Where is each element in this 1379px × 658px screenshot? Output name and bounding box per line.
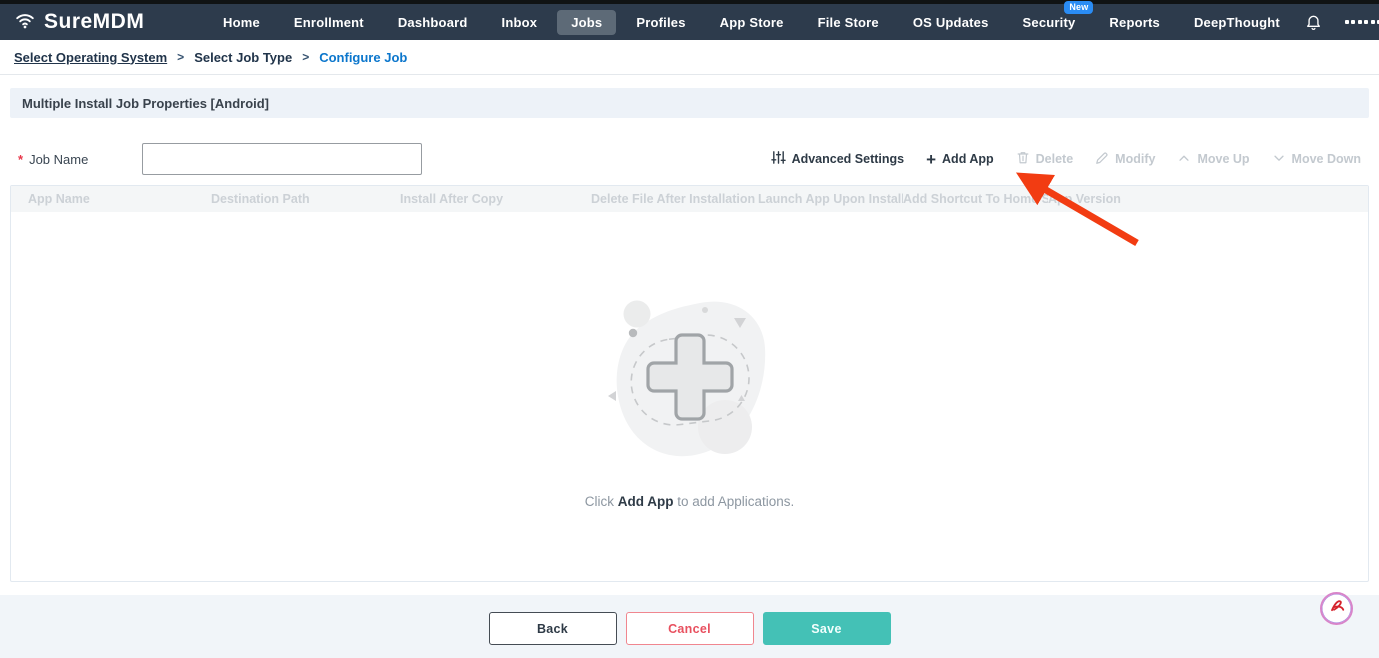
column-app-version: App Version (1048, 192, 1368, 206)
add-app-button[interactable]: + Add App (926, 151, 994, 168)
toolbar: Advanced Settings + Add App Delete (771, 150, 1369, 168)
nav-item-os-updates[interactable]: OS Updates (899, 10, 1003, 35)
move-up-label: Move Up (1197, 152, 1249, 166)
empty-text-bold: Add App (618, 494, 674, 509)
nav-item-profiles[interactable]: Profiles (622, 10, 699, 35)
nav-item-security-label: Security (1023, 15, 1076, 30)
job-name-row: * Job Name Advanced Settings + Add App (10, 142, 1369, 176)
main-content: Multiple Install Job Properties [Android… (0, 88, 1379, 582)
nav-item-deepthought[interactable]: DeepThought (1180, 10, 1294, 35)
pencil-icon (1095, 151, 1109, 168)
table-header-row: App Name Destination Path Install After … (11, 186, 1368, 212)
column-add-shortcut-to-home-screen: Add Shortcut To Home Screen (903, 192, 1048, 206)
back-button[interactable]: Back (489, 612, 617, 645)
advanced-settings-label: Advanced Settings (792, 152, 905, 166)
nav-icons (1304, 12, 1379, 32)
empty-state: Click Add App to add Applications. (11, 212, 1368, 581)
adobe-pdf-icon (1327, 596, 1347, 621)
empty-text-suffix: to add Applications. (673, 494, 794, 509)
chevron-down-icon (1272, 151, 1286, 168)
add-app-placeholder-graphic (604, 285, 776, 476)
pdf-help-button[interactable] (1320, 592, 1353, 625)
empty-state-text: Click Add App to add Applications. (585, 494, 795, 509)
wifi-icon (14, 9, 36, 36)
chevron-up-icon (1177, 151, 1191, 168)
app-list-table: App Name Destination Path Install After … (10, 185, 1369, 582)
nav-item-app-store[interactable]: App Store (706, 10, 798, 35)
cancel-button[interactable]: Cancel (626, 612, 754, 645)
nav-item-file-store[interactable]: File Store (804, 10, 893, 35)
job-name-label-text: Job Name (29, 152, 88, 167)
delete-label: Delete (1036, 152, 1074, 166)
modify-label: Modify (1115, 152, 1155, 166)
column-app-name: App Name (11, 192, 211, 206)
page-title: Multiple Install Job Properties [Android… (10, 88, 1369, 118)
breadcrumb: Select Operating System > Select Job Typ… (0, 40, 1379, 75)
nav-item-enrollment[interactable]: Enrollment (280, 10, 378, 35)
move-up-button[interactable]: Move Up (1177, 151, 1249, 168)
column-destination-path: Destination Path (211, 192, 400, 206)
job-name-label: * Job Name (10, 152, 142, 167)
job-name-input[interactable] (142, 143, 422, 175)
trash-icon (1016, 150, 1030, 168)
nav-item-inbox[interactable]: Inbox (488, 10, 552, 35)
column-delete-file-after-installation: Delete File After Installation (591, 192, 758, 206)
column-install-after-copy: Install After Copy (400, 192, 591, 206)
empty-text-prefix: Click (585, 494, 618, 509)
brand-name: SureMDM (44, 10, 144, 34)
nav-item-dashboard[interactable]: Dashboard (384, 10, 482, 35)
move-down-label: Move Down (1292, 152, 1361, 166)
required-asterisk: * (18, 152, 23, 167)
breadcrumb-select-job-type[interactable]: Select Job Type (194, 50, 292, 65)
advanced-settings-button[interactable]: Advanced Settings (771, 150, 905, 168)
chevron-right-icon: > (302, 50, 309, 64)
chevron-right-icon: > (177, 50, 184, 64)
nav-item-jobs[interactable]: Jobs (557, 10, 616, 35)
modify-button[interactable]: Modify (1095, 151, 1155, 168)
add-app-label: Add App (942, 152, 994, 166)
top-navbar: SureMDM Home Enrollment Dashboard Inbox … (0, 4, 1379, 40)
nav-item-reports[interactable]: Reports (1095, 10, 1174, 35)
breadcrumb-configure-job: Configure Job (319, 50, 407, 65)
delete-button[interactable]: Delete (1016, 150, 1074, 168)
brand-logo[interactable]: SureMDM (14, 9, 209, 36)
sliders-icon (771, 150, 786, 168)
nav-item-home[interactable]: Home (209, 10, 274, 35)
save-button[interactable]: Save (763, 612, 891, 645)
plus-icon: + (926, 151, 936, 168)
breadcrumb-select-operating-system[interactable]: Select Operating System (14, 50, 167, 65)
column-launch-app-upon-installation: Launch App Upon Installation (758, 192, 903, 206)
move-down-button[interactable]: Move Down (1272, 151, 1361, 168)
bell-icon[interactable] (1304, 13, 1323, 32)
footer-bar: Back Cancel Save (0, 595, 1379, 658)
app-grid-icon[interactable] (1345, 20, 1379, 24)
nav-items: Home Enrollment Dashboard Inbox Jobs Pro… (209, 10, 1294, 35)
nav-item-security[interactable]: Security New (1009, 10, 1090, 35)
new-badge: New (1064, 1, 1093, 14)
